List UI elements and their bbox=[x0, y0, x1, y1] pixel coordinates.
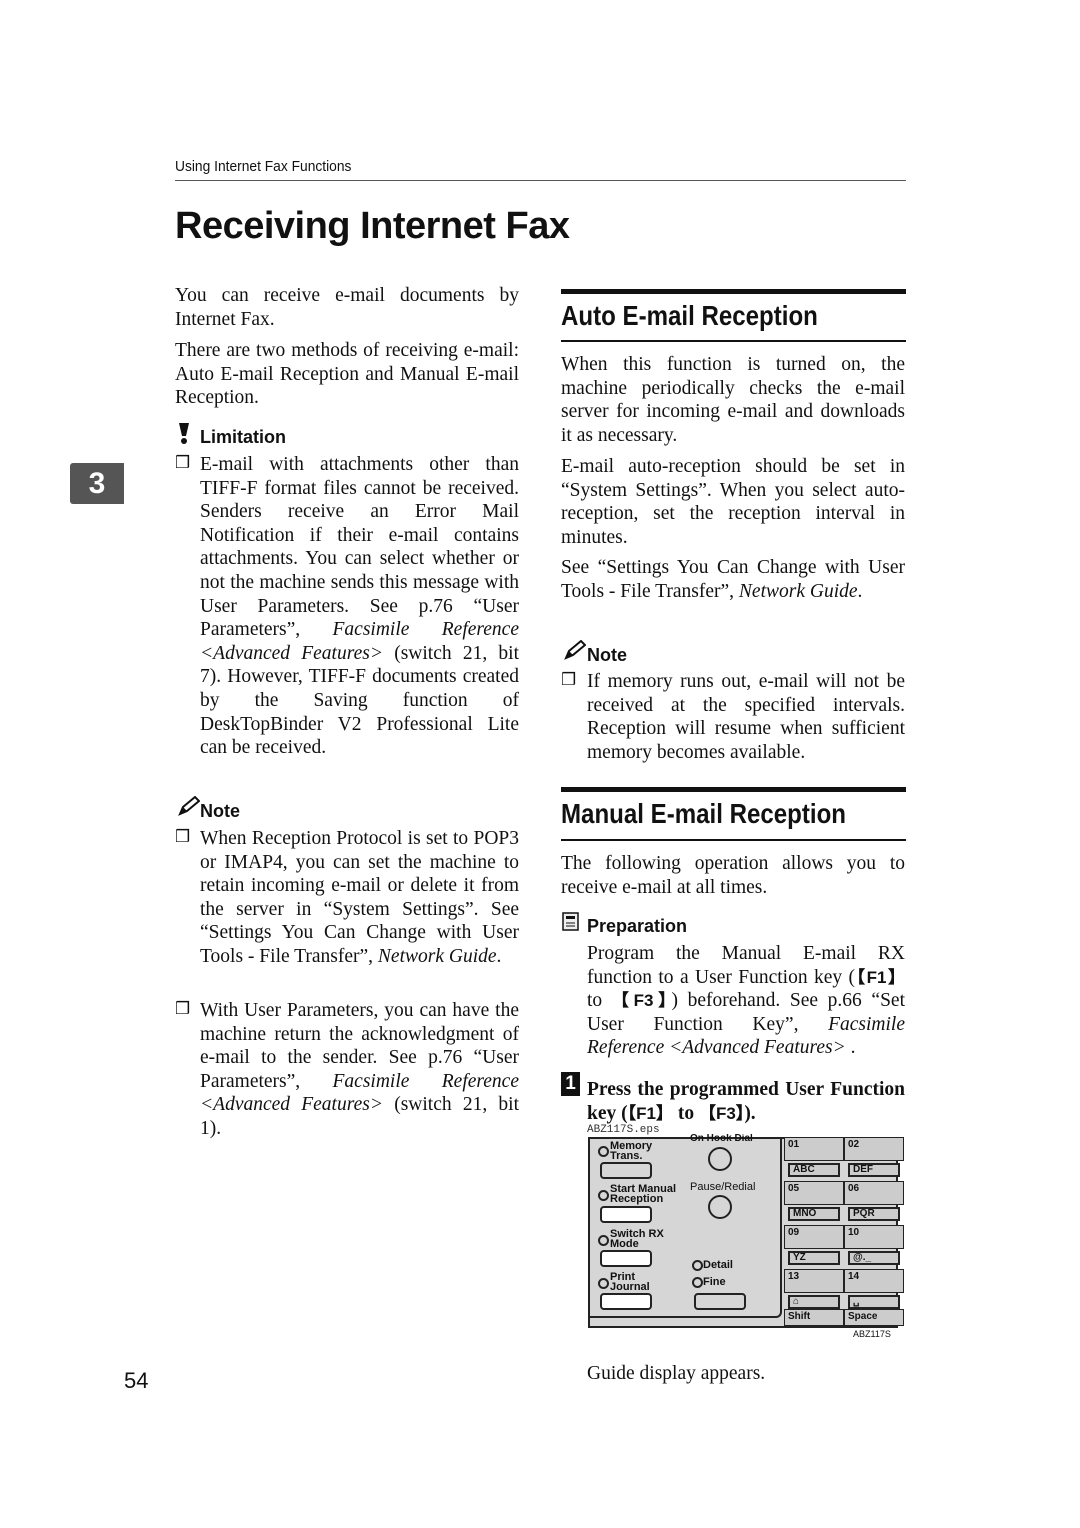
resolution-key bbox=[694, 1293, 746, 1310]
text-segment: If memory runs out, e-mail will not be r… bbox=[587, 671, 905, 763]
letter-key: YZ bbox=[788, 1251, 840, 1265]
text-segment: When this function is turned on, the mac… bbox=[561, 354, 905, 446]
text-segment: . bbox=[496, 945, 502, 967]
pause-redial-label: Pause/Redial bbox=[690, 1181, 756, 1193]
on-hook-label: On Hook Dial bbox=[690, 1134, 753, 1141]
text-segment: The following operation allows you to re… bbox=[561, 853, 905, 898]
auto-reception-heading: Auto E-mail Reception bbox=[561, 300, 818, 331]
fine-label: Fine bbox=[703, 1276, 726, 1288]
limitation-icon bbox=[176, 421, 192, 450]
manual-reference: Network Guide bbox=[377, 945, 497, 967]
start-manual-led bbox=[598, 1190, 609, 1201]
key-reference: 【F1】 bbox=[855, 967, 905, 987]
on-hook-button bbox=[708, 1147, 732, 1171]
text-segment: . bbox=[845, 1037, 856, 1059]
pencil-note-icon bbox=[562, 639, 587, 667]
step-instruction: Press the programmed User Function key (… bbox=[587, 1078, 905, 1125]
section-rule bbox=[561, 839, 906, 841]
manual-reception-heading: Manual E-mail Reception bbox=[561, 798, 847, 829]
checkbox-bullet-icon: ❒ bbox=[175, 453, 191, 473]
section-rule bbox=[561, 289, 906, 294]
letter-key: ABC bbox=[788, 1163, 840, 1177]
manual-paragraph: The following operation allows you to re… bbox=[561, 852, 905, 899]
preparation-label: Preparation bbox=[587, 916, 688, 936]
chapter-tab: 3 bbox=[70, 463, 124, 504]
section-rule bbox=[561, 340, 906, 342]
manual-page: Using Internet Fax Functions Receiving I… bbox=[0, 0, 1080, 1528]
header-rule bbox=[175, 180, 906, 181]
print-journal-led bbox=[598, 1278, 609, 1289]
quick-dial-key: 05 bbox=[784, 1181, 844, 1205]
text-segment: E-mail auto-reception should be set in “… bbox=[561, 456, 905, 548]
intro-paragraph: You can receive e-mail documents by Inte… bbox=[175, 284, 519, 331]
fine-led bbox=[692, 1277, 703, 1288]
step-result: Guide display appears. bbox=[587, 1363, 766, 1384]
section-rule bbox=[561, 787, 906, 792]
note-label: Note bbox=[587, 645, 627, 665]
note-item: When Reception Protocol is set to POP3 o… bbox=[200, 827, 519, 969]
step-number: 1 bbox=[561, 1072, 580, 1096]
preparation-text: Program the Manual E-mail RX function to… bbox=[587, 942, 905, 1060]
text-segment: ). bbox=[744, 1102, 756, 1124]
auto-paragraph: See “Settings You Can Change with User T… bbox=[561, 556, 905, 603]
letter-key: ⌂ bbox=[788, 1295, 840, 1309]
shift-key: Shift bbox=[784, 1309, 844, 1326]
memory-trans-label: Memory Trans. bbox=[610, 1140, 653, 1162]
running-head: Using Internet Fax Functions bbox=[175, 158, 352, 175]
start-manual-label: Start Manual Reception bbox=[610, 1183, 677, 1205]
switch-rx-label: Switch RX Mode bbox=[610, 1228, 664, 1250]
note-label: Note bbox=[200, 801, 240, 821]
switch-rx-led bbox=[598, 1235, 609, 1246]
text-segment: . bbox=[857, 580, 863, 602]
text-segment: to bbox=[587, 990, 612, 1012]
text-segment: You can receive e-mail documents by Inte… bbox=[175, 285, 519, 330]
letter-key: MNO bbox=[788, 1207, 840, 1221]
start-manual-key bbox=[600, 1206, 652, 1223]
letter-key: ␣ bbox=[848, 1295, 900, 1309]
auto-paragraph: When this function is turned on, the mac… bbox=[561, 353, 905, 447]
note-item: If memory runs out, e-mail will not be r… bbox=[587, 670, 905, 764]
checkbox-bullet-icon: ❒ bbox=[561, 670, 577, 690]
quick-dial-key: 01 bbox=[784, 1137, 844, 1161]
quick-dial-key: 14 bbox=[844, 1269, 904, 1293]
switch-rx-key bbox=[600, 1250, 652, 1267]
letter-key: DEF bbox=[848, 1163, 900, 1177]
figure-filename: ABZ117S.eps bbox=[587, 1124, 660, 1136]
quick-dial-key: 10 bbox=[844, 1225, 904, 1249]
methods-paragraph: There are two methods of receiving e-mai… bbox=[175, 339, 519, 410]
key-reference: 【F1】 bbox=[627, 1103, 673, 1123]
pencil-note-icon bbox=[176, 795, 201, 823]
text-segment: to bbox=[672, 1102, 699, 1124]
text-segment: There are two methods of receiving e-mai… bbox=[175, 340, 519, 409]
print-journal-label: Print Journal bbox=[610, 1271, 650, 1293]
auto-paragraph: E-mail auto-reception should be set in “… bbox=[561, 455, 905, 549]
key-reference: 【F3】 bbox=[698, 1103, 745, 1123]
limitation-label: Limitation bbox=[200, 427, 286, 447]
limitation-item: E-mail with attachments other than TIFF-… bbox=[200, 453, 519, 760]
detail-led bbox=[692, 1260, 703, 1271]
letter-key: @._ bbox=[848, 1251, 900, 1265]
memory-trans-led bbox=[598, 1146, 609, 1157]
memory-trans-key bbox=[600, 1162, 652, 1179]
letter-key: PQR bbox=[848, 1207, 900, 1221]
print-journal-key bbox=[600, 1293, 652, 1310]
preparation-icon bbox=[561, 910, 581, 937]
quick-dial-key: 13 bbox=[784, 1269, 844, 1293]
quick-dial-key: 09 bbox=[784, 1225, 844, 1249]
detail-label: Detail bbox=[703, 1259, 733, 1271]
operation-panel-illustration: Memory Trans. Start Manual Reception Swi… bbox=[588, 1134, 904, 1328]
pause-redial-button bbox=[708, 1195, 732, 1219]
checkbox-bullet-icon: ❒ bbox=[175, 999, 191, 1019]
page-number: 54 bbox=[124, 1368, 149, 1393]
quick-dial-key: 02 bbox=[844, 1137, 904, 1161]
page-title: Receiving Internet Fax bbox=[175, 205, 570, 247]
text-segment: E-mail with attachments other than TIFF-… bbox=[200, 454, 519, 641]
note-item: With User Parameters, you can have the m… bbox=[200, 999, 519, 1141]
manual-reference: Network Guide bbox=[738, 580, 858, 602]
checkbox-bullet-icon: ❒ bbox=[175, 827, 191, 847]
figure-id: ABZ117S bbox=[853, 1329, 891, 1339]
space-key: Space bbox=[844, 1309, 904, 1326]
key-reference: 【F3】 bbox=[611, 991, 672, 1011]
quick-dial-key: 06 bbox=[844, 1181, 904, 1205]
